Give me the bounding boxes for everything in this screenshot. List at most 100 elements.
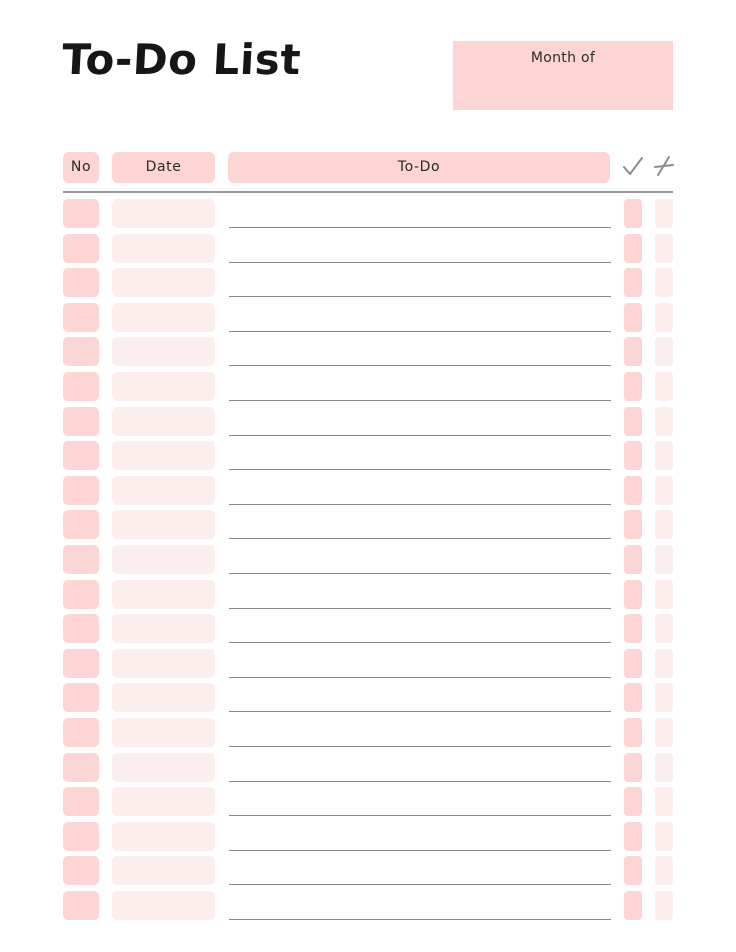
row-date-cell[interactable] <box>112 856 215 885</box>
row-done-box[interactable] <box>624 683 642 712</box>
row-done-box[interactable] <box>624 580 642 609</box>
row-done-box[interactable] <box>624 787 642 816</box>
row-done-box[interactable] <box>624 545 642 574</box>
row-number-cell[interactable] <box>63 891 99 920</box>
row-not-done-box[interactable] <box>655 787 673 816</box>
row-todo-line[interactable] <box>229 642 611 643</box>
row-number-cell[interactable] <box>63 614 99 643</box>
row-number-cell[interactable] <box>63 545 99 574</box>
row-number-cell[interactable] <box>63 718 99 747</box>
row-todo-line[interactable] <box>229 365 611 366</box>
row-not-done-box[interactable] <box>655 199 673 228</box>
row-done-box[interactable] <box>624 199 642 228</box>
row-todo-line[interactable] <box>229 608 611 609</box>
row-number-cell[interactable] <box>63 856 99 885</box>
row-number-cell[interactable] <box>63 787 99 816</box>
row-not-done-box[interactable] <box>655 303 673 332</box>
row-date-cell[interactable] <box>112 510 215 539</box>
row-number-cell[interactable] <box>63 372 99 401</box>
row-not-done-box[interactable] <box>655 891 673 920</box>
row-not-done-box[interactable] <box>655 268 673 297</box>
row-todo-line[interactable] <box>229 469 611 470</box>
row-todo-line[interactable] <box>229 296 611 297</box>
row-number-cell[interactable] <box>63 683 99 712</box>
row-date-cell[interactable] <box>112 268 215 297</box>
row-todo-line[interactable] <box>229 331 611 332</box>
row-number-cell[interactable] <box>63 441 99 470</box>
row-todo-line[interactable] <box>229 711 611 712</box>
row-date-cell[interactable] <box>112 683 215 712</box>
row-date-cell[interactable] <box>112 441 215 470</box>
row-done-box[interactable] <box>624 822 642 851</box>
row-done-box[interactable] <box>624 441 642 470</box>
row-date-cell[interactable] <box>112 545 215 574</box>
row-date-cell[interactable] <box>112 303 215 332</box>
row-date-cell[interactable] <box>112 199 215 228</box>
row-date-cell[interactable] <box>112 614 215 643</box>
row-todo-line[interactable] <box>229 919 611 920</box>
row-date-cell[interactable] <box>112 891 215 920</box>
row-not-done-box[interactable] <box>655 234 673 263</box>
row-number-cell[interactable] <box>63 268 99 297</box>
row-number-cell[interactable] <box>63 822 99 851</box>
row-not-done-box[interactable] <box>655 718 673 747</box>
row-not-done-box[interactable] <box>655 856 673 885</box>
row-done-box[interactable] <box>624 303 642 332</box>
row-done-box[interactable] <box>624 891 642 920</box>
row-todo-line[interactable] <box>229 538 611 539</box>
row-date-cell[interactable] <box>112 822 215 851</box>
row-number-cell[interactable] <box>63 580 99 609</box>
row-done-box[interactable] <box>624 476 642 505</box>
row-done-box[interactable] <box>624 510 642 539</box>
row-not-done-box[interactable] <box>655 441 673 470</box>
row-not-done-box[interactable] <box>655 476 673 505</box>
row-date-cell[interactable] <box>112 580 215 609</box>
row-not-done-box[interactable] <box>655 545 673 574</box>
row-todo-line[interactable] <box>229 884 611 885</box>
row-number-cell[interactable] <box>63 476 99 505</box>
row-done-box[interactable] <box>624 234 642 263</box>
row-done-box[interactable] <box>624 753 642 782</box>
row-todo-line[interactable] <box>229 573 611 574</box>
row-not-done-box[interactable] <box>655 372 673 401</box>
row-done-box[interactable] <box>624 268 642 297</box>
row-todo-line[interactable] <box>229 815 611 816</box>
row-done-box[interactable] <box>624 718 642 747</box>
row-todo-line[interactable] <box>229 400 611 401</box>
row-number-cell[interactable] <box>63 303 99 332</box>
row-done-box[interactable] <box>624 337 642 366</box>
row-not-done-box[interactable] <box>655 683 673 712</box>
row-todo-line[interactable] <box>229 227 611 228</box>
row-number-cell[interactable] <box>63 407 99 436</box>
row-todo-line[interactable] <box>229 781 611 782</box>
row-date-cell[interactable] <box>112 753 215 782</box>
row-date-cell[interactable] <box>112 234 215 263</box>
row-not-done-box[interactable] <box>655 753 673 782</box>
row-not-done-box[interactable] <box>655 407 673 436</box>
row-not-done-box[interactable] <box>655 337 673 366</box>
row-number-cell[interactable] <box>63 753 99 782</box>
row-date-cell[interactable] <box>112 718 215 747</box>
row-date-cell[interactable] <box>112 372 215 401</box>
row-not-done-box[interactable] <box>655 580 673 609</box>
row-not-done-box[interactable] <box>655 510 673 539</box>
row-todo-line[interactable] <box>229 677 611 678</box>
row-number-cell[interactable] <box>63 337 99 366</box>
row-todo-line[interactable] <box>229 504 611 505</box>
row-number-cell[interactable] <box>63 199 99 228</box>
row-date-cell[interactable] <box>112 787 215 816</box>
row-not-done-box[interactable] <box>655 822 673 851</box>
row-done-box[interactable] <box>624 407 642 436</box>
row-date-cell[interactable] <box>112 649 215 678</box>
row-number-cell[interactable] <box>63 649 99 678</box>
row-number-cell[interactable] <box>63 510 99 539</box>
row-number-cell[interactable] <box>63 234 99 263</box>
row-todo-line[interactable] <box>229 262 611 263</box>
row-done-box[interactable] <box>624 372 642 401</box>
row-done-box[interactable] <box>624 614 642 643</box>
row-todo-line[interactable] <box>229 435 611 436</box>
row-todo-line[interactable] <box>229 850 611 851</box>
row-not-done-box[interactable] <box>655 649 673 678</box>
row-date-cell[interactable] <box>112 337 215 366</box>
row-done-box[interactable] <box>624 856 642 885</box>
